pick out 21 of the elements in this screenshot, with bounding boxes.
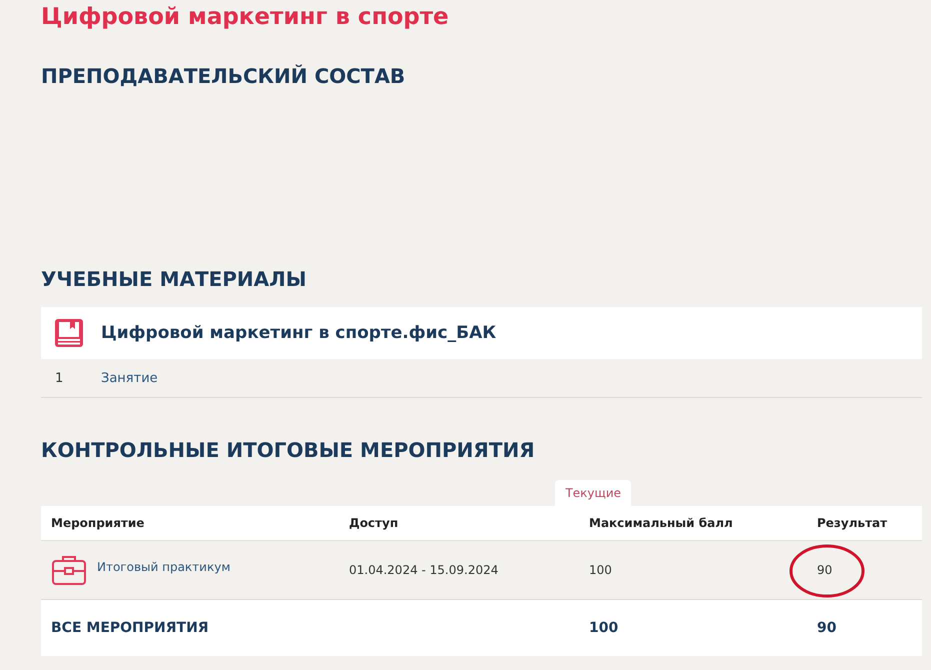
tab[interactable]: Текущие — [555, 480, 631, 506]
lesson-number: 1 — [54, 370, 64, 386]
event-link[interactable]: Итоговый практикум — [97, 560, 230, 574]
lesson-link[interactable]: Занятие — [101, 370, 158, 386]
section-heading: КОНТРОЛЬНЫЕ ИТОГОВЫЕ МЕРОПРИЯТИЯ — [41, 437, 536, 464]
table-cell-text: 100 — [589, 563, 613, 577]
column-header: Мероприятие — [51, 516, 146, 530]
column-header: Доступ — [349, 516, 400, 530]
section-heading: УЧЕБНЫЕ МАТЕРИАЛЫ — [41, 266, 308, 293]
book-icon — [53, 317, 85, 349]
column-header: Результат — [817, 516, 888, 530]
table-cell-text: 01.04.2024 - 15.09.2024 — [349, 563, 500, 577]
section-heading: ПРЕПОДАВАТЕЛЬСКИЙ СОСТАВ — [41, 63, 406, 90]
total-label: ВСЕ МЕРОПРИЯТИЯ — [51, 620, 210, 636]
total-cell-text: 90 — [817, 620, 838, 636]
column-header: Максимальный балл — [589, 516, 734, 530]
table-cell: 90 — [817, 563, 832, 577]
material-title[interactable]: Цифровой маркетинг в спорте.фис_БАК — [101, 323, 496, 343]
course-title: Цифровой маркетинг в спорте — [41, 3, 450, 32]
briefcase-icon — [51, 554, 87, 586]
total-cell-text: 100 — [589, 620, 620, 636]
